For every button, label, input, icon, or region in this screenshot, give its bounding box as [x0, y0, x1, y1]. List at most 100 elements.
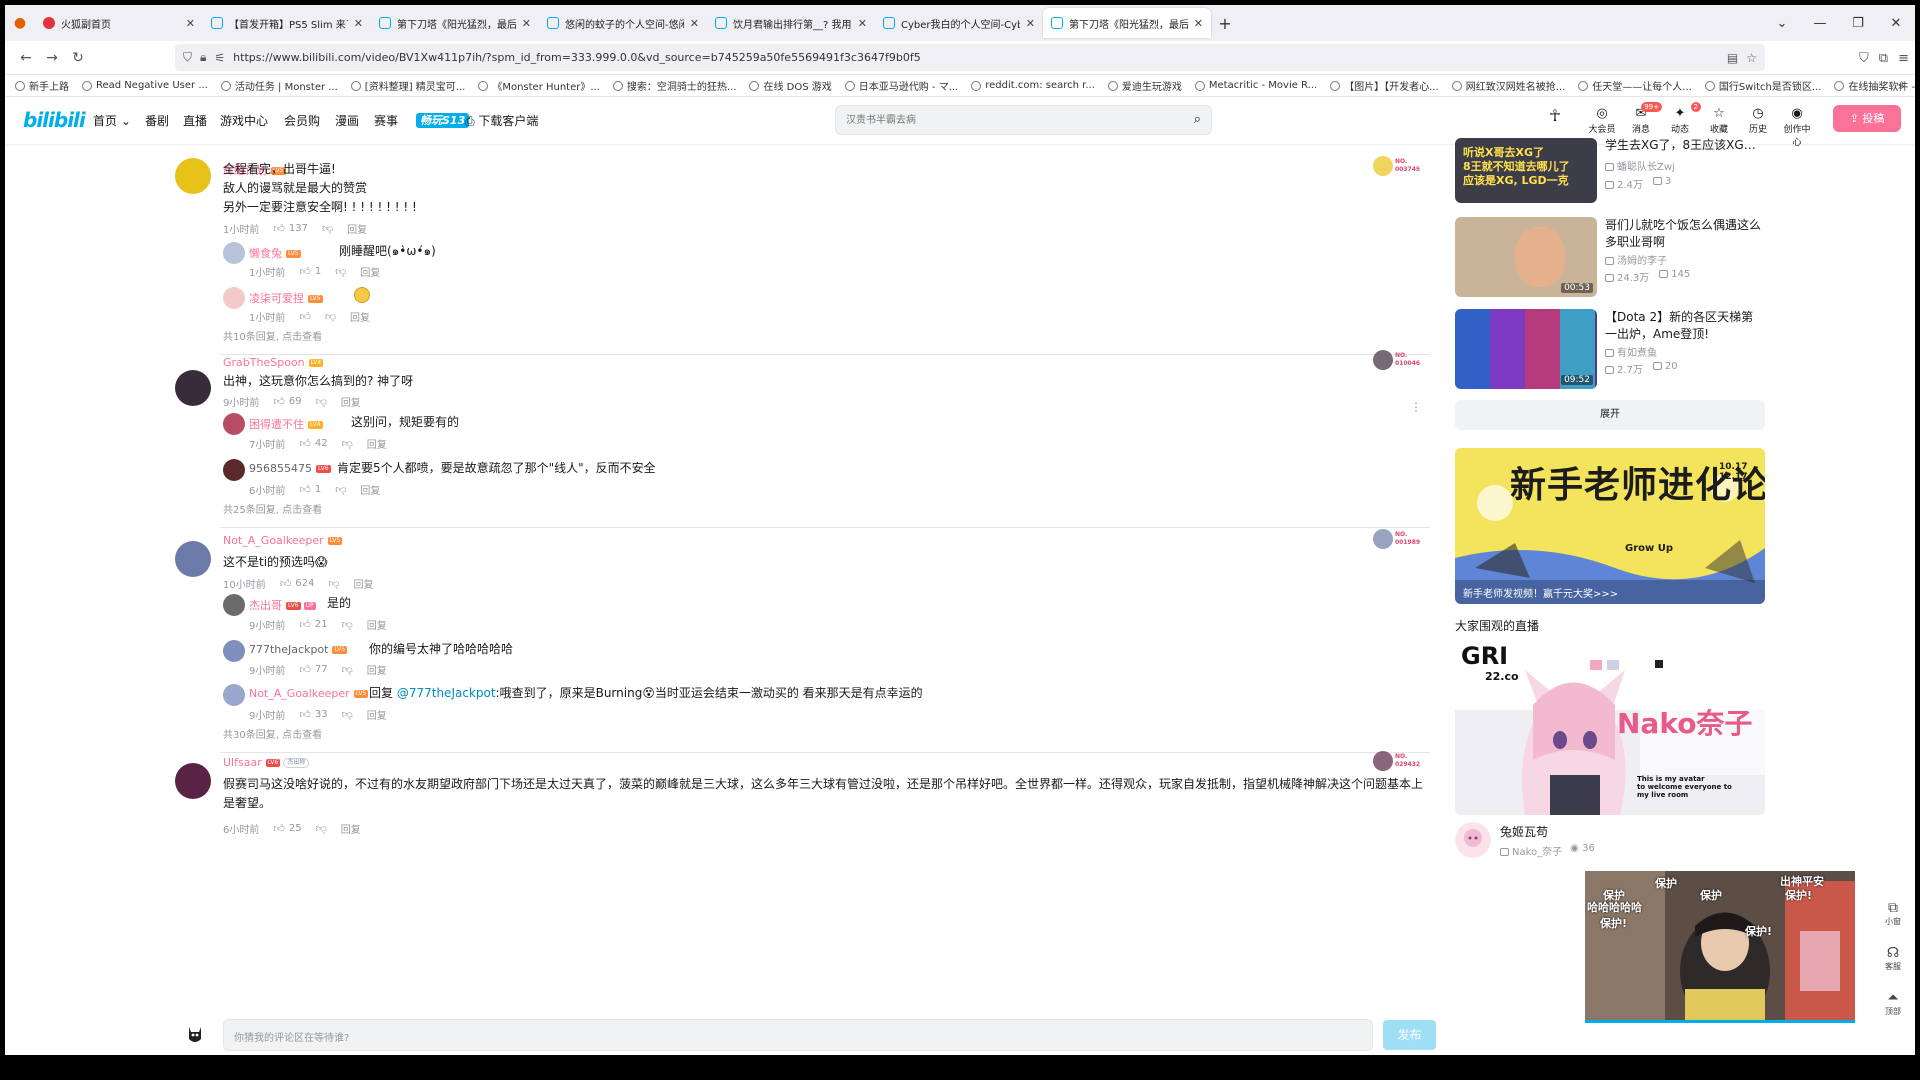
reply-button[interactable]: 回复 — [367, 662, 387, 677]
reply-button[interactable]: 回复 — [350, 309, 370, 324]
promo-banner[interactable]: 新手老师进化论 10.17 12.17 Grow Up 新手老师发视频！赢千元大… — [1455, 448, 1765, 604]
bookmark-item[interactable]: [资料整理] 精灵宝可... — [350, 78, 465, 93]
thumbs-down-icon[interactable]: 👎︎ — [335, 483, 346, 496]
header-icon-2[interactable]: ✦ 动态 2 — [1663, 102, 1701, 135]
reply-button[interactable]: 回复 — [367, 707, 387, 722]
tab-0[interactable]: 火狐副首页 ✕ — [35, 8, 203, 38]
bookmark-item[interactable]: 日本亚马逊代购 - マ... — [844, 78, 958, 93]
like-button[interactable]: 👍︎ 42 — [299, 437, 327, 450]
forward-icon[interactable]: → — [39, 50, 65, 66]
reply-button[interactable]: 回复 — [341, 821, 361, 836]
reply-avatar[interactable] — [223, 594, 245, 616]
bookmark-item[interactable]: 《Monster Hunter》... — [478, 78, 600, 93]
bookmark-item[interactable]: 在线 DOS 游戏 — [749, 78, 832, 93]
minimize-icon[interactable]: — — [1801, 16, 1839, 31]
view-more-replies[interactable]: 共30条回复, 点击查看 — [223, 726, 322, 741]
commenter-avatar[interactable] — [175, 763, 211, 799]
live-streamer[interactable]: Nako_奈子 — [1500, 843, 1562, 858]
bookmark-item[interactable]: 网红致汉网姓名被抢... — [1451, 78, 1565, 93]
lock-icon[interactable]: 🔒︎ — [200, 50, 206, 65]
search-box[interactable]: ⌕ — [835, 105, 1212, 135]
bookmark-item[interactable]: Metacritic - Movie R... — [1194, 80, 1317, 91]
reply-avatar[interactable] — [223, 684, 245, 706]
video-thumbnail[interactable]: 听说X哥去XG了 8王就不知道去哪儿了 应该是XG, LGD一克 — [1455, 138, 1597, 203]
tab-2[interactable]: 第下刀塔《阳光猛烈，最后一击 ✕ — [371, 8, 539, 38]
firefox-view-icon[interactable]: ● — [5, 5, 35, 41]
reply-avatar[interactable] — [223, 287, 245, 309]
like-button[interactable]: 👍︎ 137 — [273, 222, 308, 235]
search-input[interactable] — [836, 106, 1166, 134]
header-icon-5[interactable]: ◉ 创作中心 — [1780, 106, 1814, 148]
commenter-name[interactable]: Not_A_Goalkeeper LV5 — [223, 534, 343, 547]
thumbs-down-icon[interactable]: 👎︎ — [328, 577, 339, 590]
like-button[interactable]: 👍︎ 69 — [273, 395, 301, 408]
close-window-icon[interactable]: ✕ — [1877, 16, 1915, 31]
tab-close-icon[interactable]: ✕ — [522, 17, 531, 30]
menu-icon[interactable]: ≡ — [1898, 51, 1909, 66]
header-nav-item-2[interactable]: 直播 — [183, 112, 207, 129]
like-button[interactable]: 👍︎ 33 — [299, 708, 327, 721]
search-icon[interactable]: ⌕ — [1194, 112, 1201, 127]
reader-view-icon[interactable]: ▤ — [1727, 51, 1738, 65]
extensions-icon[interactable]: ⧉ — [1879, 51, 1888, 66]
view-more-replies[interactable]: 共10条回复, 点击查看 — [223, 328, 322, 343]
reply-avatar[interactable] — [223, 640, 245, 662]
tab-3[interactable]: 悠闲的蚊子的个人空间-悠闲的 ✕ — [539, 8, 707, 38]
bookmark-item[interactable]: Read Negative User ... — [82, 80, 208, 91]
reply-button[interactable]: 回复 — [367, 436, 387, 451]
permissions-icon[interactable]: ⚟ — [214, 51, 225, 65]
new-tab-button[interactable]: + — [1211, 14, 1239, 33]
live-stream-card[interactable]: GRI 22.co Nako奈子 This is my avatar to we… — [1455, 640, 1765, 815]
header-nav-item-6[interactable]: 赛事 — [374, 112, 398, 129]
reply-user[interactable]: 956855475 LV6 — [249, 462, 331, 475]
reload-icon[interactable]: ↻ — [65, 50, 91, 66]
bookmark-star-icon[interactable]: ☆ — [1746, 51, 1757, 65]
commenter-name[interactable]: Ulfsaar LV6 杰出称 — [223, 756, 310, 769]
tab-close-icon[interactable]: ✕ — [1026, 17, 1035, 30]
bookmark-item[interactable]: 活动任务 | Monster ... — [220, 78, 338, 93]
user-avatar[interactable]: ☥ — [1538, 106, 1572, 125]
expand-button[interactable]: 展开 — [1455, 400, 1765, 430]
tab-close-icon[interactable]: ✕ — [354, 17, 363, 30]
tab-list-chevron-icon[interactable]: ⌄ — [1763, 16, 1801, 31]
header-icon-4[interactable]: ◷ 历史 — [1741, 106, 1775, 135]
post-comment-button[interactable]: 发布 — [1383, 1020, 1436, 1050]
tab-1[interactable]: 【首发开箱】PS5 Slim 来了! 有 ✕ — [203, 8, 371, 38]
header-icon-0[interactable]: ◎ 大会员 — [1585, 106, 1619, 135]
side-tool-0[interactable]: ⧉ 小窗 — [1877, 900, 1909, 927]
my-avatar[interactable] — [180, 1019, 210, 1049]
recommended-video[interactable]: 00:53 哥们儿就吃个饭怎么偶遇这么多职业哥啊 汤姆的李子 24.3万 145 — [1455, 217, 1765, 299]
live-title[interactable]: 兔姬瓦苟 — [1500, 823, 1548, 840]
recommended-video[interactable]: 09:52 【Dota 2】新的各区天梯第一出炉，Ame登顶! 有如煮鱼 2.7万 20 — [1455, 309, 1765, 391]
bookmark-item[interactable]: reddit.com: search r... — [971, 80, 1095, 91]
thumbs-down-icon[interactable]: 👎︎ — [335, 265, 346, 278]
shield-icon[interactable]: ⛉ — [183, 50, 192, 65]
like-button[interactable]: 👍︎ — [299, 310, 311, 323]
bookmark-item[interactable]: 爱迪生玩游戏 — [1107, 78, 1182, 93]
reply-avatar[interactable] — [223, 242, 245, 264]
pocket-icon[interactable]: ⛉ — [1859, 51, 1869, 66]
reply-button[interactable]: 回复 — [367, 617, 387, 632]
commenter-avatar[interactable] — [175, 541, 211, 577]
video-author[interactable]: 汤姆的李子 — [1605, 252, 1667, 267]
tab-close-icon[interactable]: ✕ — [858, 17, 867, 30]
video-title[interactable]: 学生去XG了，8王应该XG、... — [1605, 137, 1765, 154]
side-tool-1[interactable]: ☊ 客服 — [1877, 945, 1909, 972]
reply-user[interactable]: 困得遭不住 LV4 — [249, 416, 323, 432]
video-author[interactable]: 有如煮鱼 — [1605, 344, 1657, 359]
bookmark-item[interactable]: 国行Switch是否锁区... — [1704, 78, 1821, 93]
tab-close-icon[interactable]: ✕ — [1194, 17, 1203, 30]
thumbs-down-icon[interactable]: 👎︎ — [342, 708, 353, 721]
bookmark-item[interactable]: 【图片】【开发者心... — [1330, 78, 1439, 93]
like-button[interactable]: 👍︎ 1 — [299, 483, 321, 496]
reply-user[interactable]: 懒食兔 LV5 — [249, 245, 301, 261]
like-button[interactable]: 👍︎ 21 — [299, 618, 327, 631]
reply-avatar[interactable] — [223, 459, 245, 481]
header-nav-item-4[interactable]: 会员购 — [284, 112, 320, 129]
video-thumbnail[interactable]: 00:53 — [1455, 217, 1597, 297]
like-button[interactable]: 👍︎ 624 — [280, 577, 315, 590]
mention-link[interactable]: @777theJackpot — [397, 686, 496, 700]
reply-user[interactable]: 777theJackpot LV5 — [249, 643, 348, 656]
header-nav-item-7[interactable]: 畅玩S13 — [416, 112, 470, 128]
bilibili-logo[interactable]: bilibili — [23, 108, 86, 132]
